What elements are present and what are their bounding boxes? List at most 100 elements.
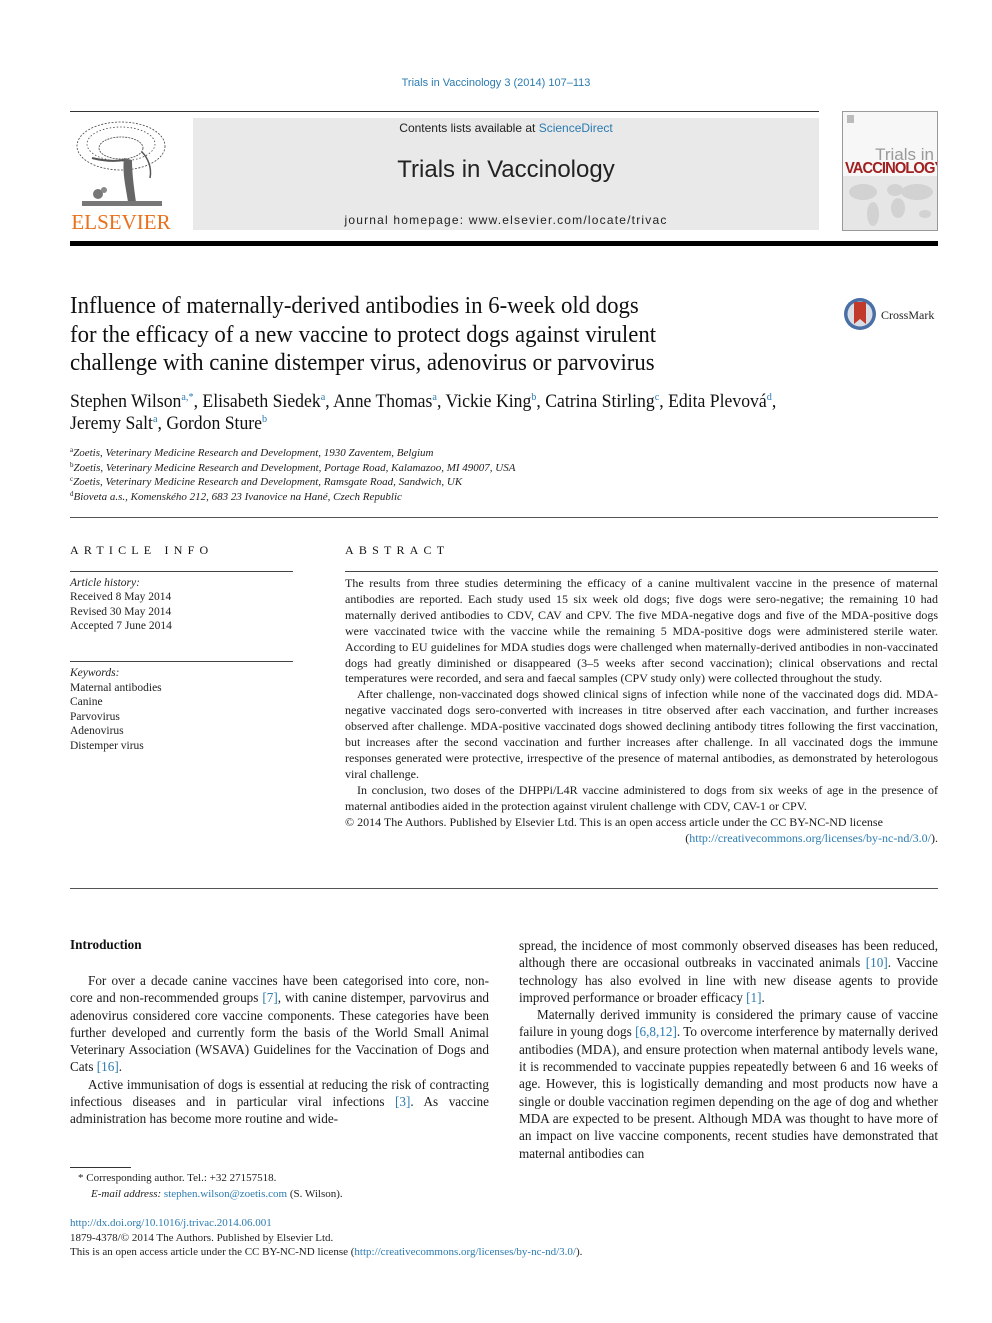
title-line: for the efficacy of a new vaccine to pro… [70, 320, 657, 348]
keyword: Adenovirus [70, 725, 124, 738]
body-paragraph: Active immunisation of dogs is essential… [70, 1076, 489, 1128]
affiliation: aZoetis, Veterinary Medicine Research an… [70, 446, 770, 461]
oa-text: ). [576, 1246, 583, 1258]
corresponding-text: Corresponding author. Tel.: +32 27157518… [86, 1172, 277, 1184]
email-link[interactable]: stephen.wilson@zoetis.com [164, 1188, 287, 1200]
masthead-thick-rule [70, 241, 938, 246]
section-rule [70, 888, 938, 889]
crossmark-label: CrossMark [881, 308, 935, 322]
citation-link[interactable]: [6,8,12] [635, 1024, 677, 1039]
citation-link[interactable]: [16] [97, 1059, 119, 1074]
citation-link[interactable]: [7] [262, 990, 277, 1005]
abstract-body: The results from three studies determini… [345, 576, 938, 846]
keywords: Keywords: Maternal antibodies Canine Par… [70, 666, 162, 754]
affiliations: aZoetis, Veterinary Medicine Research an… [70, 446, 770, 504]
abstract-paragraph: In conclusion, two doses of the DHPPi/L4… [345, 782, 938, 813]
keywords-label: Keywords: [70, 667, 120, 679]
author-name[interactable]: Catrina Stirling [545, 391, 654, 412]
cover-title-line2: VACCINOLOGY [845, 160, 938, 177]
top-rule [70, 111, 819, 112]
world-map-icon [849, 184, 933, 226]
corresponding-author-footnote: * Corresponding author. Tel.: +32 271575… [78, 1170, 343, 1202]
footnote-mark: * [78, 1172, 84, 1184]
crossmark-icon [844, 298, 876, 330]
body-paragraph: Maternally derived immunity is considere… [519, 1006, 938, 1162]
keyword: Maternal antibodies [70, 681, 162, 694]
citation-link[interactable]: [3] [395, 1094, 410, 1109]
info-rule [70, 571, 293, 572]
oa-text: This is an open access article under the… [70, 1246, 355, 1258]
separator: , [325, 391, 334, 412]
body-paragraph: For over a decade canine vaccines have b… [70, 972, 489, 1076]
footnote-rule [70, 1167, 131, 1168]
oa-line: This is an open access article under the… [70, 1245, 582, 1260]
elsevier-wordmark: ELSEVIER [71, 210, 171, 234]
author-name[interactable]: Anne Thomas [333, 391, 432, 412]
author-affiliation-mark[interactable]: a,* [181, 391, 193, 403]
affiliation: bZoetis, Veterinary Medicine Research an… [70, 461, 770, 476]
contents-line: Contents lists available at ScienceDirec… [193, 121, 819, 135]
abstract-heading: ABSTRACT [345, 543, 450, 557]
info-rule [70, 661, 293, 662]
cover-world-map [843, 176, 937, 230]
keyword: Parvovirus [70, 710, 120, 723]
author-name[interactable]: Jeremy Salt [70, 413, 153, 434]
paren: ). [931, 830, 938, 845]
journal-homepage[interactable]: journal homepage: www.elsevier.com/locat… [193, 213, 819, 227]
email-suffix: (S. Wilson). [287, 1188, 343, 1200]
affiliation-text: Bioveta a.s., Komenského 212, 683 23 Iva… [73, 490, 402, 503]
affiliation-text: Zoetis, Veterinary Medicine Research and… [73, 476, 463, 488]
history-received: Received 8 May 2014 [70, 591, 172, 604]
doi-link[interactable]: http://dx.doi.org/10.1016/j.trivac.2014.… [70, 1216, 582, 1231]
affiliation: cZoetis, Veterinary Medicine Research an… [70, 475, 770, 490]
abstract-paragraph: The results from three studies determini… [345, 576, 938, 686]
copyright-text: © 2014 The Authors. Published by Elsevie… [345, 814, 883, 829]
journal-title: Trials in Vaccinology [397, 156, 615, 183]
author-name[interactable]: Elisabeth Siedek [202, 391, 320, 412]
body-column-right: spread, the incidence of most commonly o… [519, 937, 938, 1162]
section-rule [70, 517, 938, 518]
author-name[interactable]: Gordon Sture [166, 413, 262, 434]
journal-cover-thumbnail[interactable]: Trials in VACCINOLOGY [842, 111, 938, 231]
introduction-heading: Introduction [70, 937, 142, 952]
author-name[interactable]: Vickie King [445, 391, 531, 412]
cover-publisher-mark [847, 115, 854, 123]
affiliation-text: Zoetis, Veterinary Medicine Research and… [73, 447, 434, 459]
title-line: Influence of maternally-derived antibodi… [70, 292, 639, 319]
author-affiliation-mark[interactable]: b [262, 413, 267, 425]
body-column-left: For over a decade canine vaccines have b… [70, 972, 489, 1128]
running-head-citation[interactable]: Trials in Vaccinology 3 (2014) 107–113 [0, 77, 992, 89]
history-revised: Revised 30 May 2014 [70, 605, 172, 618]
email-label: E-mail address: [91, 1188, 164, 1200]
issn-line: 1879-4378/© 2014 The Authors. Published … [70, 1231, 334, 1244]
author-name[interactable]: Stephen Wilson [70, 391, 181, 412]
license-link[interactable]: http://creativecommons.org/licenses/by-n… [689, 831, 931, 845]
affiliation-text: Zoetis, Veterinary Medicine Research and… [73, 461, 516, 474]
author-name[interactable]: Edita Plevová [668, 391, 767, 412]
text: . [761, 989, 765, 1005]
contents-prefix: Contents lists available at [399, 121, 539, 135]
separator: , [659, 391, 669, 412]
citation-link[interactable]: [10] [866, 955, 888, 970]
text: . [118, 1059, 123, 1075]
abstract-copyright: © 2014 The Authors. Published by Elsevie… [345, 815, 938, 847]
article-title: Influence of maternally-derived antibodi… [70, 292, 740, 378]
elsevier-tree-icon [76, 121, 166, 206]
separator: , [436, 391, 446, 412]
separator: , [536, 391, 546, 412]
sciencedirect-link[interactable]: ScienceDirect [539, 121, 613, 135]
text: . To overcome interference by maternally… [519, 1024, 938, 1161]
affiliation: dBioveta a.s., Komenského 212, 683 23 Iv… [70, 490, 770, 505]
keyword: Canine [70, 696, 103, 709]
oa-license-link[interactable]: http://creativecommons.org/licenses/by-n… [354, 1246, 576, 1258]
abstract-rule [345, 571, 938, 572]
author-list: Stephen Wilsona,*, Elisabeth Siedeka, An… [70, 391, 888, 435]
separator: , [771, 391, 777, 412]
crossmark-badge[interactable]: CrossMark [843, 297, 943, 333]
elsevier-logo[interactable]: ELSEVIER [70, 118, 172, 234]
citation-link[interactable]: [1] [746, 990, 761, 1005]
history-accepted: Accepted 7 June 2014 [70, 619, 172, 632]
keyword: Distemper virus [70, 739, 144, 752]
abstract-paragraph: After challenge, non-vaccinated dogs sho… [345, 687, 938, 781]
article-history: Article history: Received 8 May 2014 Rev… [70, 576, 172, 633]
